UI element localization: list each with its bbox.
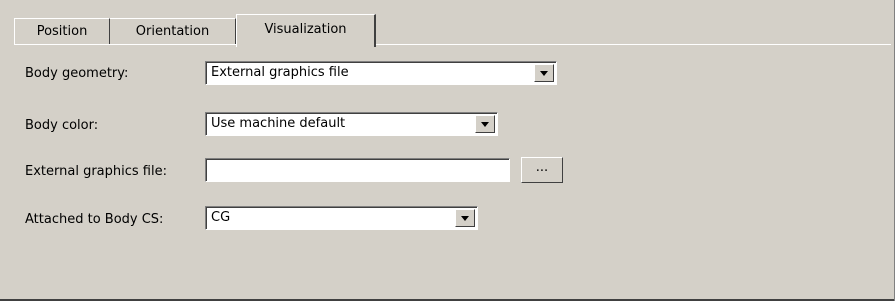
chevron-down-icon	[481, 122, 489, 127]
tab-orientation-label: Orientation	[135, 24, 210, 39]
attached-to-body-cs-dropdown-button[interactable]	[455, 209, 475, 227]
tab-panel-border	[14, 44, 891, 45]
external-graphics-file-label: External graphics file:	[25, 164, 167, 179]
attached-to-body-cs-select[interactable]: CG	[205, 206, 478, 230]
tab-position[interactable]: Position	[14, 18, 110, 45]
body-geometry-select[interactable]: External graphics file	[205, 61, 557, 85]
tab-position-label: Position	[36, 24, 88, 39]
body-color-label: Body color:	[25, 118, 99, 133]
tab-orientation[interactable]: Orientation	[110, 18, 236, 45]
external-graphics-file-field[interactable]	[205, 158, 510, 182]
body-geometry-label: Body geometry:	[25, 66, 129, 81]
tab-visualization-label: Visualization	[264, 22, 347, 37]
attached-to-body-cs-value: CG	[211, 210, 231, 225]
body-color-dropdown-button[interactable]	[475, 115, 495, 133]
chevron-down-icon	[540, 71, 548, 76]
attached-to-body-cs-label: Attached to Body CS:	[25, 212, 164, 227]
browse-button[interactable]: ...	[521, 157, 563, 183]
body-color-value: Use machine default	[211, 116, 346, 131]
body-geometry-dropdown-button[interactable]	[534, 64, 554, 82]
visualization-dialog: Position Orientation Visualization Body …	[0, 0, 895, 301]
chevron-down-icon	[461, 216, 469, 221]
tab-visualization[interactable]: Visualization	[236, 14, 376, 47]
body-geometry-value: External graphics file	[211, 65, 349, 80]
body-color-select[interactable]: Use machine default	[205, 112, 498, 136]
